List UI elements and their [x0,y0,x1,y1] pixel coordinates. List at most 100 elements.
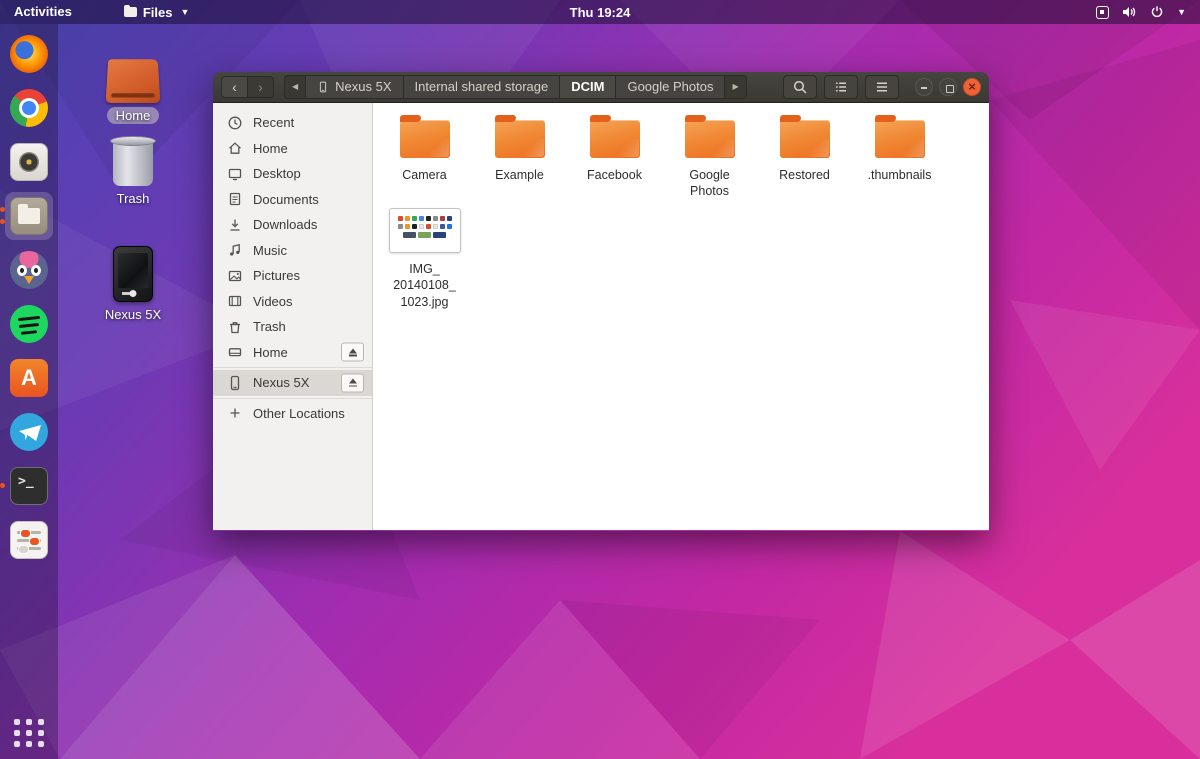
forward-button[interactable]: › [247,76,274,98]
breadcrumb-nexus5x[interactable]: Nexus 5X [305,75,403,99]
desktop-icon-label: Trash [117,191,150,206]
maximize-button[interactable] [939,78,957,96]
path-scroll-left-icon[interactable]: ◀ [284,75,306,99]
breadcrumb-dcim[interactable]: DCIM [559,75,616,99]
picture-icon [227,268,243,284]
app-menu-label: Files [143,5,173,20]
folder-item-facebook[interactable]: Facebook [567,115,662,205]
download-icon [227,217,243,233]
folder-item-example[interactable]: Example [472,115,567,205]
back-button[interactable]: ‹ [221,76,248,98]
sidebar-item-nexus5x[interactable]: Nexus 5X [213,370,372,396]
folder-item-camera[interactable]: Camera [377,115,472,205]
sidebar-item-downloads[interactable]: Downloads [213,212,372,238]
dock-item-spotify[interactable] [5,300,53,348]
sidebar-item-trash[interactable]: Trash [213,314,372,340]
folder-icon [875,120,925,158]
pidgin-icon [10,251,48,289]
sidebar-item-videos[interactable]: Videos [213,289,372,315]
window-controls: × [915,78,981,96]
sidebar: Recent Home Desktop Documents Downloads … [213,103,373,530]
clock-icon [227,115,243,131]
dock-item-telegram[interactable] [5,408,53,456]
firefox-icon [10,35,48,73]
breadcrumb-google-photos[interactable]: Google Photos [615,75,725,99]
phone-icon [317,80,329,94]
ubuntu-software-icon: A [10,359,48,397]
sidebar-item-documents[interactable]: Documents [213,187,372,213]
dock-item-tweaks[interactable] [5,516,53,564]
folder-label: Example [495,167,544,183]
tweaks-icon [10,521,48,559]
folder-item-thumbnails[interactable]: .thumbnails [852,115,947,205]
activities-button[interactable]: Activities [0,0,86,24]
dock-item-files[interactable] [5,192,53,240]
close-button[interactable]: × [963,78,981,96]
desktop-icon-label: Home [107,107,160,124]
sidebar-item-music[interactable]: Music [213,238,372,264]
folder-icon [400,120,450,158]
folder-item-restored[interactable]: Restored [757,115,852,205]
menu-button[interactable] [865,75,899,99]
home-icon [227,140,243,156]
home-folder-icon [106,59,161,103]
minimize-button[interactable] [915,78,933,96]
eject-button[interactable] [341,343,364,362]
desktop-icon-label: Nexus 5X [105,307,161,322]
running-indicator [0,483,5,488]
dock-item-terminal[interactable]: >_ [5,462,53,510]
top-bar: Activities Files ▼ Thu 19:24 ▼ [0,0,1200,24]
folder-icon [685,120,735,158]
desktop-icon-trash[interactable]: Trash [88,140,178,206]
dock-item-rhythmbox[interactable] [5,138,53,186]
dock-item-chrome[interactable] [5,84,53,132]
dock-item-pidgin[interactable] [5,246,53,294]
desktop-icon [227,166,243,182]
image-thumbnail [389,208,461,253]
files-app-icon [124,7,137,17]
folder-label: Facebook [587,167,642,183]
breadcrumb-internal-shared-storage[interactable]: Internal shared storage [403,75,561,99]
sidebar-divider [213,398,372,399]
folder-label: Camera [402,167,446,183]
desktop-icon-home[interactable]: Home [88,58,178,124]
file-grid[interactable]: Camera Example Facebook Google Photos Re… [373,103,989,530]
sidebar-item-recent[interactable]: Recent [213,110,372,136]
desktop-icon-nexus5x[interactable]: Nexus 5X [88,246,178,322]
headerbar[interactable]: ‹ › ◀ Nexus 5X Internal shared storage D… [213,72,989,103]
list-view-icon [833,79,849,95]
file-label: IMG_ 20140108_ 1023.jpg [393,261,456,310]
sidebar-item-pictures[interactable]: Pictures [213,263,372,289]
phone-icon [113,246,153,302]
nav-buttons: ‹ › [221,76,274,98]
dock-item-firefox[interactable] [5,30,53,78]
search-button[interactable] [783,75,817,99]
removable-media-icon [1096,6,1109,19]
terminal-icon: >_ [10,467,48,505]
folder-icon [590,120,640,158]
plus-icon [227,405,243,421]
running-indicator [0,207,5,212]
power-icon [1150,5,1164,19]
view-toggle-button[interactable] [824,75,858,99]
eject-button[interactable] [341,373,364,392]
music-note-icon [227,242,243,258]
sidebar-item-home-drive[interactable]: Home [213,340,372,366]
show-applications-button[interactable] [14,719,45,747]
telegram-icon [10,413,48,451]
sidebar-item-home[interactable]: Home [213,136,372,162]
trash-icon [113,140,153,186]
files-window: ‹ › ◀ Nexus 5X Internal shared storage D… [213,72,989,531]
sidebar-item-other-locations[interactable]: Other Locations [213,401,372,427]
sidebar-item-desktop[interactable]: Desktop [213,161,372,187]
menu-icon [874,79,890,95]
app-menu[interactable]: Files ▼ [114,0,200,24]
drive-icon [227,344,243,360]
path-scroll-right-icon[interactable]: ▶ [724,75,746,99]
system-status-area[interactable]: ▼ [1096,5,1200,19]
file-item-img-20140108-1023[interactable]: IMG_ 20140108_ 1023.jpg [377,205,472,315]
folder-label: Google Photos [671,167,749,200]
chevron-down-icon: ▼ [1177,7,1186,17]
folder-item-google-photos[interactable]: Google Photos [662,115,757,205]
dock-item-ubuntu-software[interactable]: A [5,354,53,402]
